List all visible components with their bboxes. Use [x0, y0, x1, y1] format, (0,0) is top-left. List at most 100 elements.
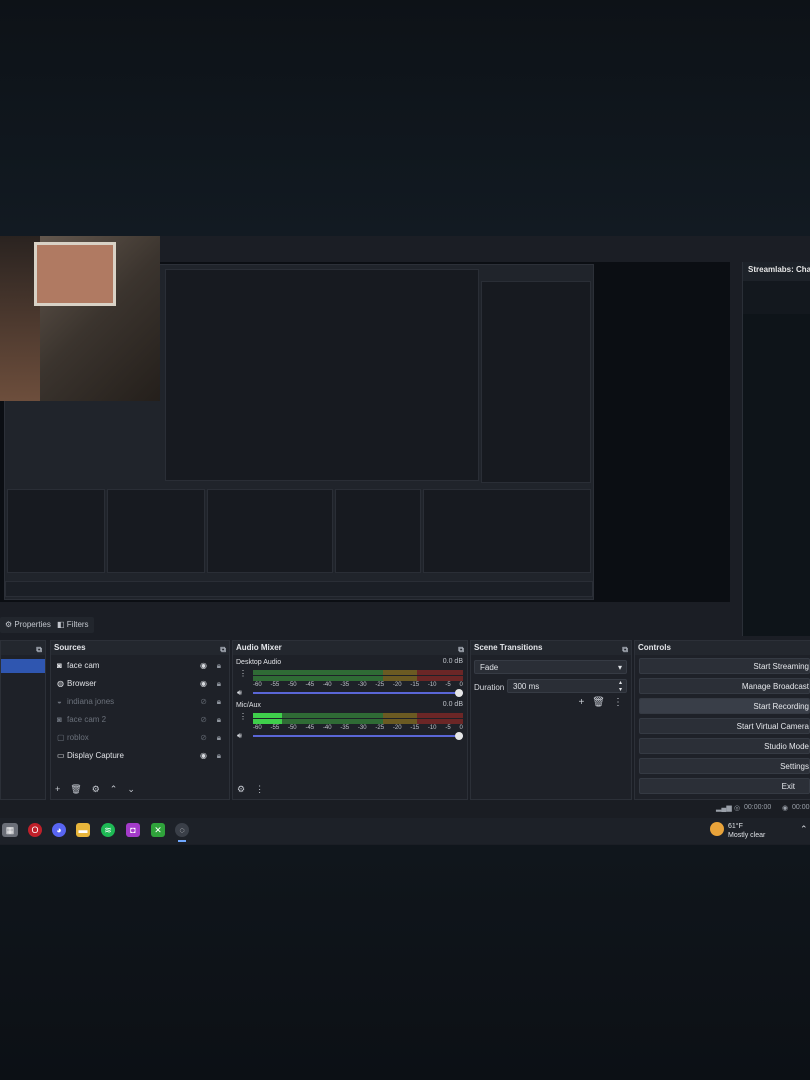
nested-taskbar	[5, 581, 593, 597]
source-item-roblox[interactable]: ▢ roblox ⊘ 🔒︎	[51, 729, 229, 747]
meter-tick-label: -45	[305, 682, 315, 688]
tab-filters[interactable]: ◧ Filters	[52, 617, 94, 633]
trash-icon[interactable]: 🗑︎	[70, 784, 81, 794]
more-icon[interactable]: ⋮	[239, 669, 247, 678]
gamepad-icon: ◒	[57, 697, 62, 706]
lock-icon[interactable]: 🔒︎	[217, 675, 221, 693]
add-icon[interactable]: +	[55, 784, 60, 794]
recording-timer: 00:00:00	[744, 804, 772, 811]
dock-undock-icon[interactable]: ⧉	[458, 643, 464, 657]
controls-buttons: Start Streaming Manage Broadcast Start R…	[635, 655, 810, 801]
start-virtual-camera-button[interactable]: Start Virtual Camera	[639, 718, 810, 734]
nested-transitions	[335, 489, 421, 573]
audio-mixer-title: Audio Mixer	[236, 643, 282, 652]
channel-db: 0.0 dB	[442, 658, 463, 665]
start-streaming-button[interactable]: Start Streaming	[639, 658, 810, 674]
camera-app-icon[interactable]: ◘	[126, 823, 140, 837]
exit-button[interactable]: Exit	[639, 778, 810, 794]
speaker-icon[interactable]: 🔊︎	[237, 731, 242, 741]
duration-input[interactable]: 300 ms ▴ ▾	[507, 679, 627, 693]
app-thumbnail-icon[interactable]: ▦	[2, 823, 18, 837]
nested-mixer	[207, 489, 333, 573]
meter-tick-label: -5	[445, 682, 451, 688]
meter-ticks: -60 -55 -50 -45 -40 -35 -30 -25 -20 -15 -10 -5 0	[253, 682, 463, 690]
weather-widget[interactable]: 61°F Mostly clear	[728, 822, 765, 840]
camera-icon: ◙	[57, 715, 62, 724]
more-icon[interactable]: ⋮	[613, 697, 623, 708]
eye-off-icon[interactable]: ⊘	[200, 711, 207, 729]
source-item-indiana-jones[interactable]: ◒ indiana jones ⊘ 🔒︎	[51, 693, 229, 711]
meter-tick-label: -15	[410, 682, 420, 688]
volume-slider[interactable]	[253, 689, 463, 697]
source-item-face-cam-2[interactable]: ◙ face cam 2 ⊘ 🔒︎	[51, 711, 229, 729]
source-label: face cam	[67, 661, 100, 670]
streaming-icon: ◉	[782, 805, 789, 812]
weather-temp: 61°F	[728, 823, 743, 830]
lock-icon[interactable]: 🔒︎	[217, 729, 221, 747]
lock-icon[interactable]: 🔒︎	[217, 693, 221, 711]
tab-properties[interactable]: ⚙ Properties	[0, 617, 56, 633]
dock-undock-icon[interactable]: ⧉	[622, 643, 628, 657]
volume-slider[interactable]	[253, 732, 463, 740]
volume-slider-handle[interactable]	[455, 732, 463, 740]
transition-selected: Fade	[480, 663, 499, 672]
sources-header: Sources ⧉	[51, 641, 229, 655]
source-label: indiana jones	[67, 697, 115, 706]
more-icon[interactable]: ⋮	[239, 712, 247, 721]
source-label: roblox	[67, 733, 89, 742]
chat-panel-title: Streamlabs: Chat	[743, 262, 810, 281]
chevron-up-icon[interactable]: ⌃	[800, 824, 808, 835]
lock-icon[interactable]: 🔒︎	[217, 657, 221, 675]
discord-icon[interactable]: ◕	[52, 823, 66, 837]
sources-toolbar: + 🗑︎ ⚙ ⌃ ⌄	[55, 784, 145, 795]
source-item-display-capture[interactable]: ▭ Display Capture ◉ 🔒︎	[51, 747, 229, 765]
more-icon[interactable]: ⋮	[255, 784, 264, 794]
transition-select[interactable]: Fade ▾	[474, 660, 627, 674]
mixer-toolbar: ⚙ ⋮	[237, 784, 274, 795]
speaker-icon[interactable]: 🔊︎	[237, 688, 242, 698]
chevron-down-icon[interactable]: ⌄	[127, 784, 135, 794]
start-recording-button[interactable]: Start Recording	[639, 698, 810, 714]
meter-tick-label: -10	[427, 682, 437, 688]
level-meter	[253, 670, 463, 675]
audio-mixer-dock: Audio Mixer ⧉ Desktop Audio 0.0 dB ⋮ -60 -…	[232, 640, 468, 800]
xbox-icon[interactable]: ✕	[151, 823, 165, 837]
gear-icon[interactable]: ⚙	[237, 784, 245, 794]
stepper-icon[interactable]: ▴ ▾	[619, 680, 622, 694]
opera-icon[interactable]: O	[28, 823, 42, 837]
controls-header: Controls	[635, 641, 810, 655]
settings-button[interactable]: Settings	[639, 758, 810, 774]
channel-name: Desktop Audio	[236, 659, 282, 666]
gear-icon[interactable]: ⚙	[92, 784, 100, 794]
background-bottom	[0, 845, 810, 1080]
folder-icon[interactable]: ▬	[76, 823, 90, 837]
lock-icon[interactable]: 🔒︎	[217, 747, 221, 765]
chevron-up-icon[interactable]: ⌃	[110, 784, 118, 794]
trash-icon[interactable]: 🗑︎	[592, 697, 605, 708]
obs-icon[interactable]: ◌	[175, 823, 189, 837]
globe-icon: ◍	[57, 679, 64, 688]
meter-ticks: -60 -55 -50 -45 -40 -35 -30 -25 -20 -15 -10 -5 0	[253, 725, 463, 733]
eye-off-icon[interactable]: ⊘	[200, 693, 207, 711]
eye-icon[interactable]: ◉	[200, 675, 207, 693]
meter-tick-label: -30	[357, 725, 367, 731]
meter-tick-label: -25	[375, 725, 385, 731]
source-item-browser[interactable]: ◍ Browser ◉ 🔒︎	[51, 675, 229, 693]
dock-undock-icon[interactable]: ⧉	[36, 643, 42, 657]
windows-taskbar: ▦ O ◕ ▬ ≋ ◘ ✕ ◌ 61°F Mostly clear ⌃	[0, 818, 810, 844]
eye-icon[interactable]: ◉	[200, 747, 207, 765]
mixer-channel-desktop-audio: Desktop Audio 0.0 dB ⋮ -60 -55 -50 -45 -40 -3…	[233, 658, 467, 700]
spotify-icon[interactable]: ≋	[101, 823, 115, 837]
source-item-face-cam[interactable]: ◙ face cam ◉ 🔒︎	[51, 657, 229, 675]
lock-icon[interactable]: 🔒︎	[217, 711, 221, 729]
eye-off-icon[interactable]: ⊘	[200, 729, 207, 747]
eye-icon[interactable]: ◉	[200, 657, 207, 675]
scene-item-selected[interactable]	[1, 659, 45, 673]
dock-undock-icon[interactable]: ⧉	[220, 643, 226, 657]
add-icon[interactable]: +	[578, 697, 584, 708]
manage-broadcast-button[interactable]: Manage Broadcast	[639, 678, 810, 694]
volume-slider-handle[interactable]	[455, 689, 463, 697]
studio-mode-button[interactable]: Studio Mode	[639, 738, 810, 754]
nested-preview	[165, 269, 479, 481]
scenes-dock: ⧉	[0, 640, 46, 800]
